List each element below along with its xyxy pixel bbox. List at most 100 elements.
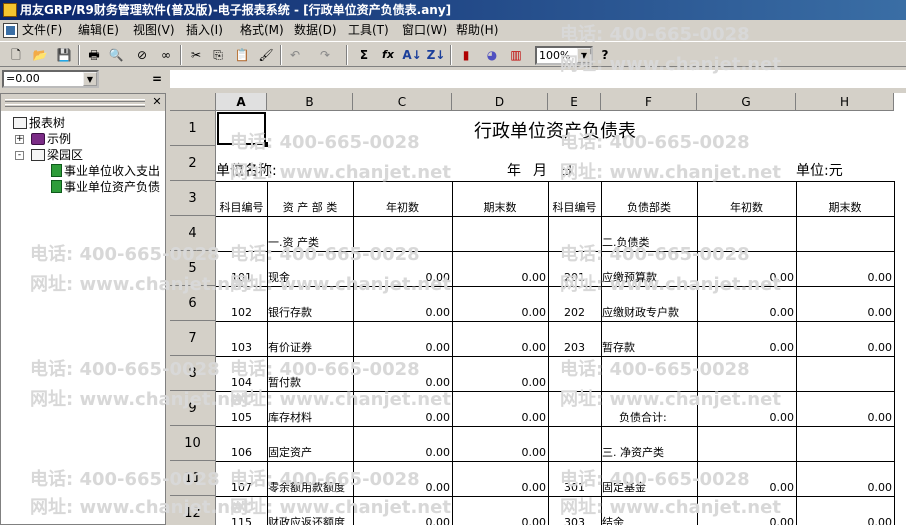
column-header-h[interactable]: H — [796, 93, 894, 111]
liability-end-value[interactable]: 0.00 — [796, 516, 893, 525]
asset-end-value[interactable]: 0.00 — [452, 306, 547, 319]
row-header-5[interactable]: 5 — [170, 251, 216, 286]
tree-item-income-report[interactable]: 事业单位收入支出 — [51, 164, 160, 178]
tree-root[interactable]: 报表树 — [13, 116, 65, 130]
menu-format[interactable]: 格式(M) — [240, 23, 284, 38]
menu-tools[interactable]: 工具(T) — [348, 23, 389, 38]
row-header-1[interactable]: 1 — [170, 111, 216, 146]
menu-window[interactable]: 窗口(W) — [402, 23, 447, 38]
asset-end-value[interactable]: 0.00 — [452, 411, 547, 424]
report-tree-panel: ✕ 报表树 + 示例 - 梁园区 事业单位收入支出 事业单位资产负债 — [0, 93, 166, 525]
paste-icon[interactable]: 📋 — [232, 45, 252, 65]
row-header-9[interactable]: 9 — [170, 391, 216, 426]
expand-icon[interactable]: + — [15, 135, 24, 144]
print-preview-icon[interactable]: 🔍 — [106, 45, 126, 65]
liability-end-value[interactable]: 0.00 — [796, 306, 893, 319]
liability-initial-value[interactable]: 0.00 — [697, 516, 795, 525]
print-icon[interactable]: 🖶 — [84, 45, 104, 65]
menu-help[interactable]: 帮助(H) — [456, 23, 498, 38]
asset-end-value[interactable]: 0.00 — [452, 481, 547, 494]
panel-grip[interactable] — [5, 104, 145, 107]
menu-file[interactable]: 文件(F) — [22, 23, 62, 38]
cut-icon[interactable]: ✂ — [186, 45, 206, 65]
formula-input[interactable] — [170, 70, 906, 88]
formula-equals-icon[interactable]: = — [152, 72, 162, 86]
menu-edit[interactable]: 编辑(E) — [78, 23, 119, 38]
column-header-f[interactable]: F — [601, 93, 697, 111]
format-brush-icon[interactable]: 🖌 — [256, 45, 276, 65]
asset-initial-value[interactable]: 0.00 — [353, 446, 451, 459]
column-header-d[interactable]: D — [452, 93, 548, 111]
tree-item-balance-report[interactable]: 事业单位资产负债 — [51, 180, 160, 194]
liability-end-value[interactable]: 0.00 — [796, 481, 893, 494]
find-icon[interactable]: ∞ — [156, 45, 176, 65]
collapse-icon[interactable]: - — [15, 151, 24, 160]
row-header-11[interactable]: 11 — [170, 461, 216, 496]
chart-bar-icon[interactable]: ▥ — [506, 45, 526, 65]
sum-icon[interactable]: Σ — [354, 45, 374, 65]
menu-data[interactable]: 数据(D) — [294, 23, 337, 38]
asset-end-value[interactable]: 0.00 — [452, 446, 547, 459]
row-header-10[interactable]: 10 — [170, 426, 216, 461]
liability-initial-value[interactable]: 0.00 — [697, 306, 795, 319]
row-header-3[interactable]: 3 — [170, 181, 216, 216]
undo-icon[interactable]: ↶ — [285, 45, 305, 65]
menu-insert[interactable]: 插入(I) — [186, 23, 223, 38]
liability-initial-value[interactable]: 0.00 — [697, 481, 795, 494]
row-header-12[interactable]: 12 — [170, 496, 216, 525]
redo-icon[interactable]: ↷ — [315, 45, 335, 65]
row-header-2[interactable]: 2 — [170, 146, 216, 181]
open-folder-icon[interactable]: 📂 — [30, 45, 50, 65]
menu-view[interactable]: 视图(V) — [133, 23, 175, 38]
cell-reference-select[interactable]: =0.00 ▼ — [2, 70, 99, 88]
liability-end-value[interactable]: 0.00 — [796, 271, 893, 284]
liability-end-value[interactable]: 0.00 — [796, 411, 893, 424]
report-icon[interactable]: ▮ — [456, 45, 476, 65]
asset-initial-value[interactable]: 0.00 — [353, 271, 451, 284]
close-icon[interactable]: ✕ — [151, 96, 163, 108]
asset-initial-value[interactable]: 0.00 — [353, 341, 451, 354]
chevron-down-icon[interactable]: ▼ — [577, 48, 591, 63]
help-icon[interactable]: ? — [595, 45, 615, 65]
asset-initial-value[interactable]: 0.00 — [353, 481, 451, 494]
asset-initial-value[interactable]: 0.00 — [353, 411, 451, 424]
tree-item-liangyuan[interactable]: 梁园区 — [31, 148, 83, 162]
column-header-e[interactable]: E — [548, 93, 601, 111]
row-header-4[interactable]: 4 — [170, 216, 216, 251]
liability-code: 303 — [564, 516, 585, 525]
column-header-g[interactable]: G — [697, 93, 796, 111]
row-header-8[interactable]: 8 — [170, 356, 216, 391]
tree-item-examples[interactable]: 示例 — [31, 132, 71, 146]
liability-end-value[interactable]: 0.00 — [796, 341, 893, 354]
save-icon[interactable]: 💾 — [54, 45, 74, 65]
liability-initial-value[interactable]: 0.00 — [697, 341, 795, 354]
liability-initial-value[interactable]: 0.00 — [697, 271, 795, 284]
unit-name-label: 单位名称: — [216, 163, 277, 179]
chart-pie-icon[interactable]: ◕ — [482, 45, 502, 65]
asset-initial-value[interactable]: 0.00 — [353, 306, 451, 319]
new-file-icon[interactable]: 🗋 — [6, 45, 26, 65]
clear-icon[interactable]: ⊘ — [132, 45, 152, 65]
spreadsheet-grid[interactable]: ABCDEFGH 1 2 3 4 5 6 7 8 9 10 11 12 行政单位资产负债表 单位名称: 年… — [170, 93, 906, 525]
sort-ascending-icon[interactable]: A↓ — [402, 45, 422, 65]
column-header-a[interactable]: A — [216, 93, 267, 111]
copy-icon[interactable]: ⎘ — [208, 45, 228, 65]
column-header-c[interactable]: C — [353, 93, 452, 111]
asset-initial-value[interactable]: 0.00 — [353, 376, 451, 389]
asset-end-value[interactable]: 0.00 — [452, 341, 547, 354]
asset-end-value[interactable]: 0.00 — [452, 516, 547, 525]
column-header-b[interactable]: B — [267, 93, 353, 111]
select-all-corner[interactable] — [170, 93, 216, 111]
function-icon[interactable]: fx — [378, 45, 398, 65]
panel-grip[interactable] — [5, 99, 145, 102]
asset-end-value[interactable]: 0.00 — [452, 271, 547, 284]
liability-initial-value[interactable]: 0.00 — [697, 411, 795, 424]
sort-descending-icon[interactable]: Z↓ — [426, 45, 446, 65]
document-icon[interactable] — [3, 23, 18, 38]
zoom-select[interactable]: 100% ▼ — [535, 46, 593, 65]
asset-end-value[interactable]: 0.00 — [452, 376, 547, 389]
asset-initial-value[interactable]: 0.00 — [353, 516, 451, 525]
chevron-down-icon[interactable]: ▼ — [83, 72, 97, 86]
row-header-6[interactable]: 6 — [170, 286, 216, 321]
row-header-7[interactable]: 7 — [170, 321, 216, 356]
